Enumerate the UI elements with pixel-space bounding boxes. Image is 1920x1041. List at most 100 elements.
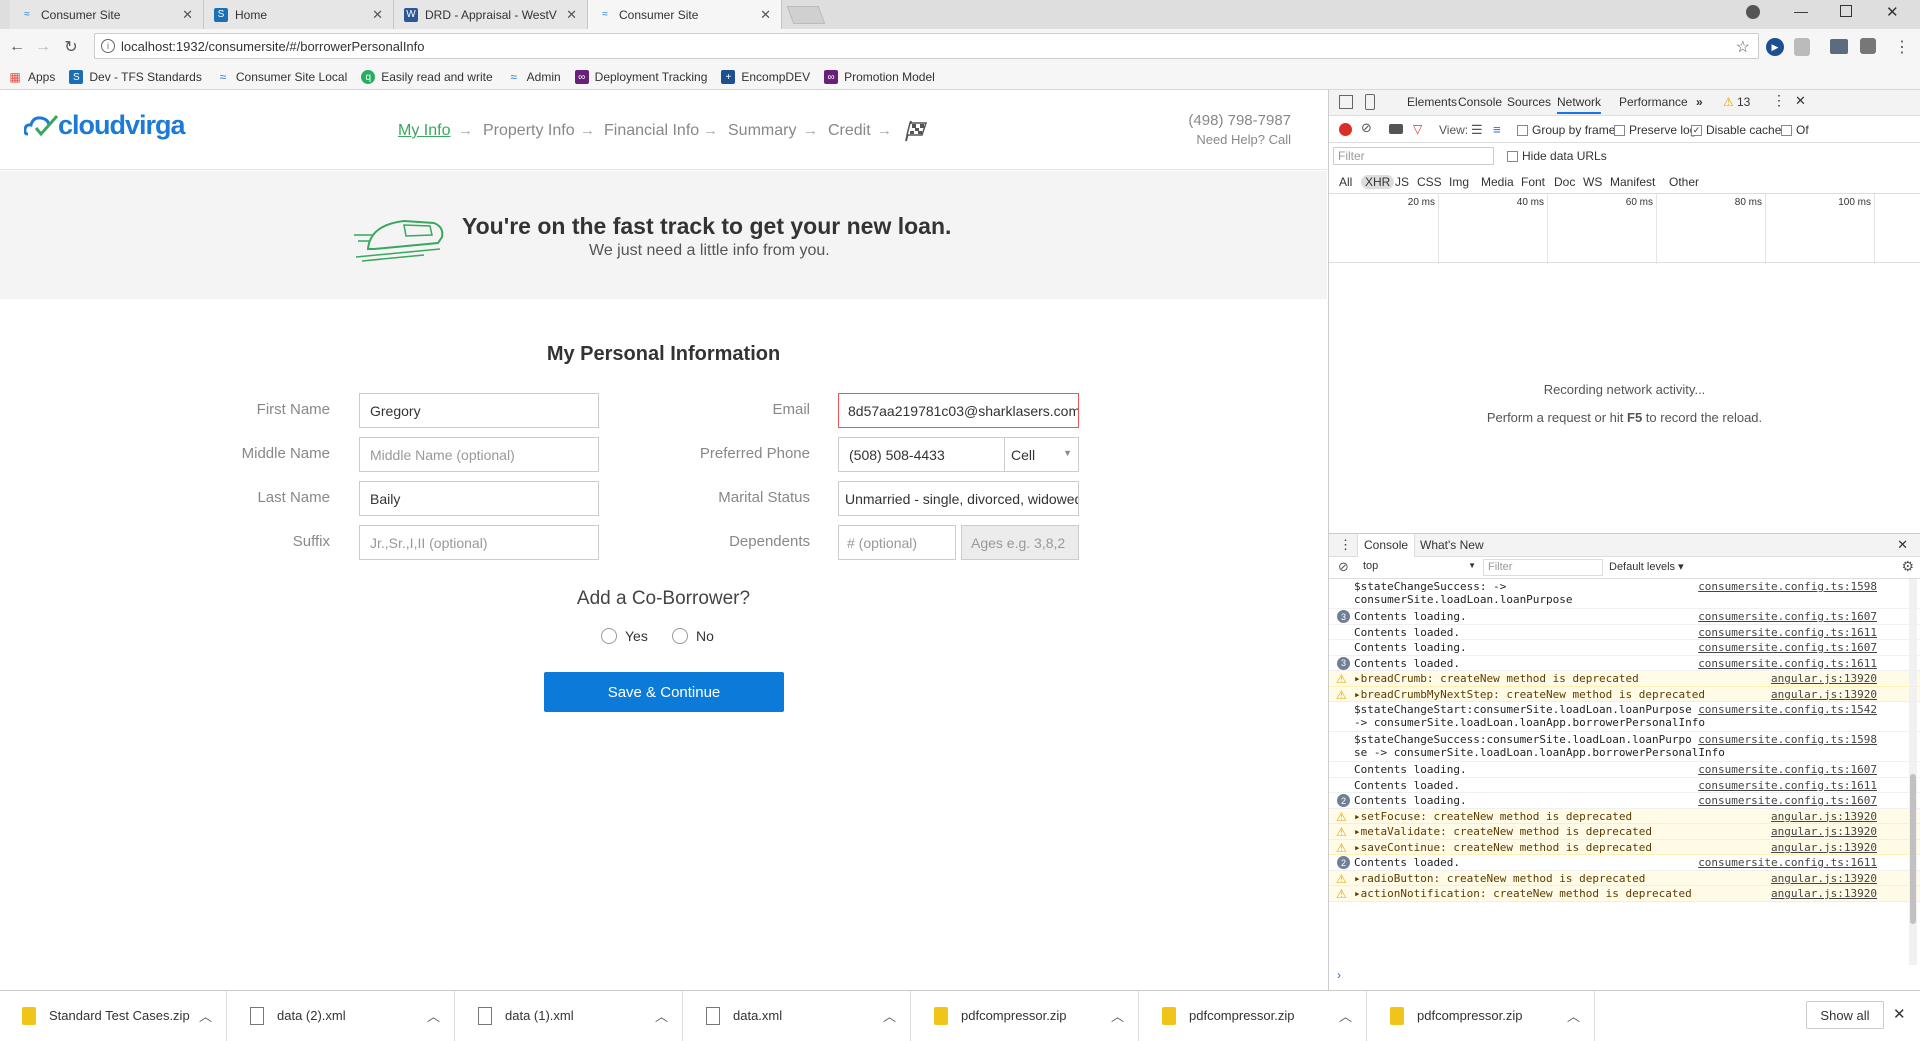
minimize-icon[interactable]: — [1794, 3, 1808, 19]
restore-icon[interactable] [1840, 5, 1852, 17]
console-warning-row[interactable]: ⚠ ▸saveContinue: createNew method is depr… [1329, 839, 1920, 855]
email-field[interactable]: 8d57aa219781c03@sharklasers.com [838, 393, 1079, 428]
bookmark-item[interactable]: S Dev - TFS Standards [69, 70, 202, 84]
phone-type-select[interactable]: Cell ▼ [1004, 437, 1079, 472]
filter-icon[interactable]: ▽ [1413, 122, 1422, 136]
show-all-button[interactable]: Show all [1806, 1001, 1884, 1029]
preserve-log-checkbox[interactable]: Preserve log [1614, 123, 1696, 137]
device-toolbar-icon[interactable] [1365, 94, 1375, 110]
log-source-link[interactable]: angular.js:13920 [1771, 841, 1877, 854]
bookmark-item[interactable]: + EncompDEV [721, 70, 810, 84]
reload-icon[interactable]: ↻ [62, 38, 80, 56]
close-window-icon[interactable]: ✕ [1886, 3, 1899, 21]
co-borrower-yes-radio[interactable]: Yes [601, 628, 648, 644]
console-warning-row[interactable]: ⚠ ▸breadCrumb: createNew method is deprec… [1329, 671, 1920, 687]
drawer-tab-console[interactable]: Console [1357, 534, 1416, 557]
download-item[interactable]: data (2).xml ︿ [228, 991, 455, 1041]
console-warning-row[interactable]: ⚠ ▸actionNotification: createNew method i… [1329, 886, 1920, 902]
offline-checkbox[interactable]: Of [1781, 123, 1809, 137]
context-select[interactable]: top ▼ [1363, 560, 1476, 572]
close-icon[interactable]: ✕ [760, 7, 771, 23]
phone-number[interactable]: (498) 798-7987 [1188, 112, 1291, 129]
log-source-link[interactable]: consumersite.config.ts:1611 [1698, 657, 1877, 670]
log-source-link[interactable]: angular.js:13920 [1771, 672, 1877, 685]
browser-tab-active[interactable]: ≈ Consumer Site ✕ [588, 0, 782, 29]
phone-field[interactable]: (508) 508-4433 [838, 437, 1005, 472]
log-source-link[interactable]: consumersite.config.ts:1611 [1698, 779, 1877, 792]
step-property-info[interactable]: Property Info [483, 122, 575, 140]
download-item[interactable]: data (1).xml ︿ [456, 991, 683, 1041]
chevron-up-icon[interactable]: ︿ [1567, 1006, 1580, 1025]
extension-play-icon[interactable]: ▶ [1766, 38, 1784, 56]
extension-image-icon[interactable] [1830, 39, 1848, 54]
download-item[interactable]: pdfcompressor.zip ︿ [1368, 991, 1595, 1041]
log-source-link[interactable]: consumersite.config.ts:1611 [1698, 856, 1877, 869]
scrollbar-thumb[interactable] [1910, 774, 1916, 924]
save-continue-button[interactable]: Save & Continue [544, 672, 784, 712]
chevron-up-icon[interactable]: ︿ [1339, 1006, 1352, 1025]
chevron-up-icon[interactable]: ︿ [655, 1006, 668, 1025]
log-source-link[interactable]: consumersite.config.ts:1611 [1698, 626, 1877, 639]
drawer-menu-icon[interactable]: ⋮ [1339, 537, 1352, 553]
log-source-link[interactable]: angular.js:13920 [1771, 872, 1877, 885]
close-drawer-icon[interactable]: ✕ [1897, 537, 1908, 553]
bookmark-item[interactable]: ∞ Deployment Tracking [574, 70, 707, 84]
bookmark-item[interactable]: q Easily read and write [361, 70, 493, 84]
close-icon[interactable]: ✕ [372, 7, 383, 23]
log-source-link[interactable]: consumersite.config.ts:1607 [1698, 610, 1877, 623]
devtools-tab-elements[interactable]: Elements [1407, 95, 1457, 109]
close-icon[interactable]: ✕ [566, 7, 577, 23]
log-source-link[interactable]: consumersite.config.ts:1598 [1698, 733, 1877, 746]
step-financial-info[interactable]: Financial Info [604, 122, 699, 140]
devtools-tab-performance[interactable]: Performance [1619, 95, 1688, 109]
download-item[interactable]: Standard Test Cases.zip ︿ [0, 991, 227, 1041]
bookmark-apps[interactable]: ▦ Apps [8, 70, 55, 84]
filter-type-manifest[interactable]: Manifest [1610, 175, 1655, 189]
devtools-menu-icon[interactable]: ⋮ [1772, 92, 1786, 109]
first-name-field[interactable]: Gregory [359, 393, 599, 428]
log-source-link[interactable]: angular.js:13920 [1771, 887, 1877, 900]
console-scrollbar[interactable] [1909, 579, 1917, 965]
filter-type-css[interactable]: CSS [1417, 175, 1442, 189]
devtools-tab-sources[interactable]: Sources [1507, 95, 1551, 109]
large-rows-icon[interactable]: ☰ [1471, 122, 1483, 138]
step-credit[interactable]: Credit [828, 122, 871, 140]
filter-type-js[interactable]: JS [1395, 175, 1409, 189]
close-icon[interactable]: ✕ [182, 7, 193, 23]
log-source-link[interactable]: angular.js:13920 [1771, 810, 1877, 823]
devtools-tab-network[interactable]: Network [1557, 95, 1602, 114]
waterfall-icon[interactable]: ≡ [1493, 122, 1501, 137]
bookmark-item[interactable]: ≈ Admin [507, 70, 560, 84]
console-warning-row[interactable]: ⚠ ▸radioButton: createNew method is depre… [1329, 870, 1920, 886]
address-bar[interactable]: i localhost:1932/consumersite/#/borrower… [94, 33, 1759, 59]
browser-tab[interactable]: W DRD - Appraisal - WestV ✕ [394, 0, 588, 29]
download-item[interactable]: pdfcompressor.zip ︿ [1140, 991, 1367, 1041]
bookmark-item[interactable]: ∞ Promotion Model [824, 70, 935, 84]
extension-icon[interactable] [1860, 38, 1876, 54]
back-icon[interactable]: ← [8, 38, 26, 56]
log-source-link[interactable]: angular.js:13920 [1771, 825, 1877, 838]
chevron-up-icon[interactable]: ︿ [1111, 1006, 1124, 1025]
warning-count[interactable]: 13 [1737, 95, 1750, 109]
console-warning-row[interactable]: ⚠ ▸breadCrumbMyNextStep: createNew method… [1329, 686, 1920, 702]
filter-type-media[interactable]: Media [1481, 175, 1514, 189]
bookmark-star-icon[interactable]: ☆ [1736, 37, 1750, 57]
filter-type-doc[interactable]: Doc [1554, 175, 1575, 189]
close-devtools-icon[interactable]: ✕ [1795, 93, 1806, 109]
marital-status-select[interactable]: Unmarried - single, divorced, widowed [838, 481, 1079, 516]
log-source-link[interactable]: angular.js:13920 [1771, 688, 1877, 701]
log-levels-select[interactable]: Default levels ▾ [1609, 560, 1684, 573]
forward-icon[interactable]: → [34, 38, 52, 56]
filter-type-other[interactable]: Other [1669, 175, 1699, 189]
suffix-field[interactable]: Jr.,Sr.,I,II (optional) [359, 525, 599, 560]
console-filter-input[interactable]: Filter [1483, 559, 1603, 576]
chrome-menu-icon[interactable]: ⋮ [1894, 37, 1910, 57]
close-downloads-icon[interactable]: ✕ [1893, 1005, 1906, 1023]
filter-type-font[interactable]: Font [1521, 175, 1545, 189]
devtools-tab-console[interactable]: Console [1458, 95, 1502, 109]
more-tabs-icon[interactable]: » [1696, 95, 1703, 109]
chevron-up-icon[interactable]: ︿ [199, 1006, 212, 1025]
console-settings-gear-icon[interactable]: ⚙ [1901, 558, 1914, 575]
console-prompt-icon[interactable]: › [1337, 968, 1341, 982]
log-source-link[interactable]: consumersite.config.ts:1607 [1698, 641, 1877, 654]
